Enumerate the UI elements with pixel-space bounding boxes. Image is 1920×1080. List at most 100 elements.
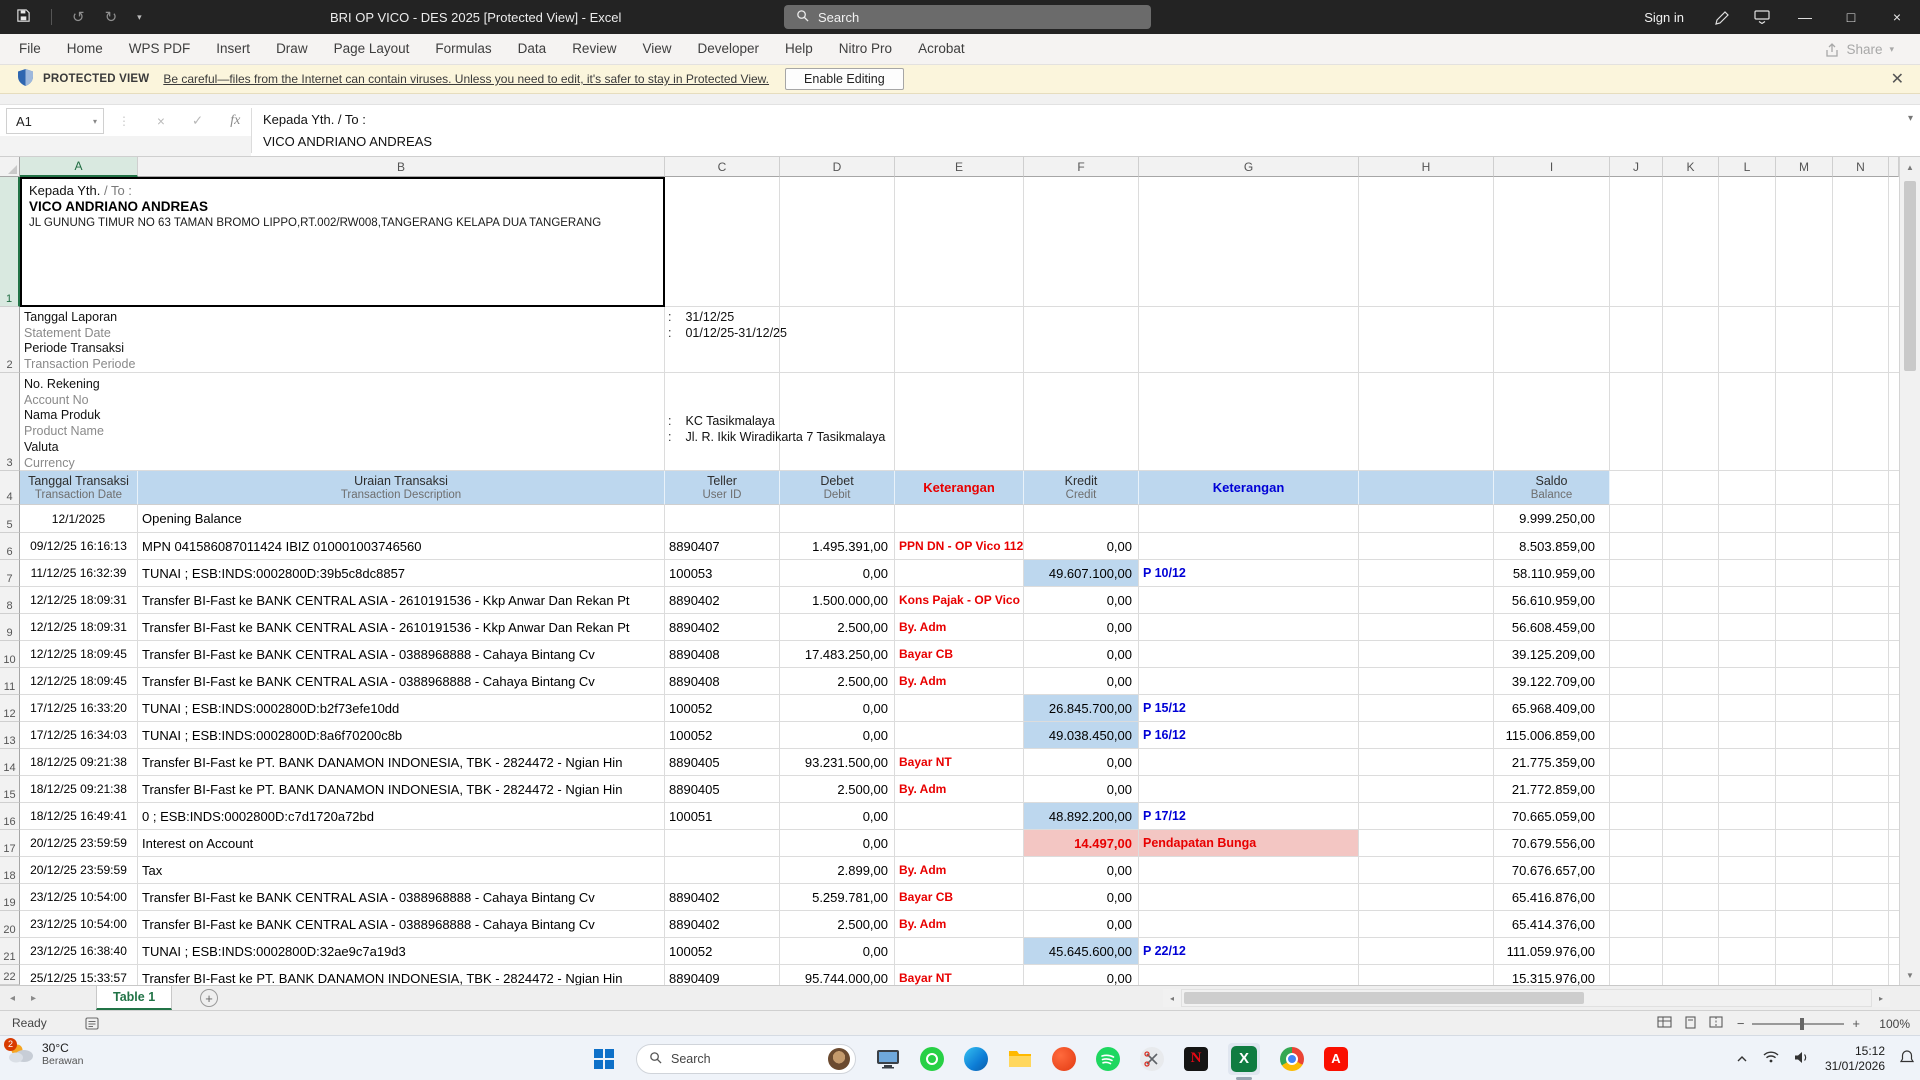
empty-cell[interactable] bbox=[1024, 177, 1139, 307]
cell-keterangan-credit[interactable] bbox=[1139, 533, 1359, 560]
cell-empty[interactable] bbox=[1663, 884, 1719, 911]
empty-cell[interactable] bbox=[1494, 373, 1610, 471]
empty-cell[interactable] bbox=[1359, 373, 1494, 471]
cell-description[interactable]: Transfer BI-Fast ke BANK CENTRAL ASIA - … bbox=[138, 884, 665, 911]
cell-empty[interactable] bbox=[1359, 911, 1494, 938]
sign-in-button[interactable]: Sign in bbox=[1626, 10, 1702, 25]
cell-teller[interactable]: 8890408 bbox=[665, 668, 780, 695]
cell-empty[interactable] bbox=[1663, 911, 1719, 938]
cell-empty[interactable] bbox=[1719, 965, 1776, 985]
cell-teller[interactable]: 100052 bbox=[665, 695, 780, 722]
cell-teller[interactable]: 100053 bbox=[665, 560, 780, 587]
cell-date[interactable]: 17/12/25 16:33:20 bbox=[20, 695, 138, 722]
cell-empty[interactable] bbox=[1663, 668, 1719, 695]
cell-credit[interactable]: 0,00 bbox=[1024, 965, 1139, 985]
cell-empty[interactable] bbox=[1776, 911, 1833, 938]
cell-saldo[interactable]: 65.414.376,00 bbox=[1494, 911, 1610, 938]
snipping-tool-icon[interactable] bbox=[1140, 1047, 1164, 1071]
accessibility-icon[interactable] bbox=[85, 1017, 99, 1030]
cell-empty[interactable] bbox=[1776, 857, 1833, 884]
row-header-7[interactable]: 7 bbox=[0, 560, 20, 587]
cell-description[interactable]: Transfer BI-Fast ke BANK CENTRAL ASIA - … bbox=[138, 911, 665, 938]
cell-empty[interactable] bbox=[1719, 560, 1776, 587]
merged-cell[interactable] bbox=[20, 373, 665, 471]
cell-keterangan-credit[interactable] bbox=[1139, 884, 1359, 911]
cell-empty[interactable] bbox=[1833, 776, 1889, 803]
column-header-A[interactable]: A bbox=[20, 157, 138, 177]
table-header-tanggal-transaksi[interactable]: Tanggal TransaksiTransaction Date bbox=[20, 471, 138, 505]
start-button[interactable] bbox=[592, 1047, 616, 1071]
cell-keterangan-credit[interactable] bbox=[1139, 911, 1359, 938]
ribbon-tab-home[interactable]: Home bbox=[54, 34, 116, 64]
cell-description[interactable]: TUNAI ; ESB:INDS:0002800D:8a6f70200c8b bbox=[138, 722, 665, 749]
cell-date[interactable]: 23/12/25 10:54:00 bbox=[20, 911, 138, 938]
row-header-16[interactable]: 16 bbox=[0, 803, 20, 830]
cell-empty[interactable] bbox=[1359, 505, 1494, 533]
cell-empty[interactable] bbox=[1719, 668, 1776, 695]
cell-description[interactable]: MPN 041586087011424 IBIZ 010001003746560 bbox=[138, 533, 665, 560]
cell-keterangan-credit[interactable] bbox=[1139, 857, 1359, 884]
empty-cell[interactable] bbox=[1359, 177, 1494, 307]
cell-empty[interactable] bbox=[1833, 884, 1889, 911]
cell-keterangan-debit[interactable]: By. Adm bbox=[895, 614, 1024, 641]
column-header-F[interactable]: F bbox=[1024, 157, 1139, 177]
cell-keterangan-debit[interactable]: By. Adm bbox=[895, 668, 1024, 695]
cell-teller[interactable]: 8890408 bbox=[665, 641, 780, 668]
cell-credit[interactable]: 49.607.100,00 bbox=[1024, 560, 1139, 587]
whatsapp-icon[interactable] bbox=[920, 1047, 944, 1071]
sheet-nav-right-icon[interactable]: ▸ bbox=[31, 993, 36, 1004]
cell-credit[interactable]: 0,00 bbox=[1024, 884, 1139, 911]
empty-cell[interactable] bbox=[1663, 471, 1719, 505]
cell-saldo[interactable]: 39.122.709,00 bbox=[1494, 668, 1610, 695]
ribbon-tab-review[interactable]: Review bbox=[559, 34, 629, 64]
notification-center-icon[interactable] bbox=[1900, 1050, 1914, 1068]
normal-view-icon[interactable] bbox=[1657, 1016, 1672, 1031]
ribbon-tab-view[interactable]: View bbox=[629, 34, 684, 64]
cell-credit[interactable]: 26.845.700,00 bbox=[1024, 695, 1139, 722]
cell-empty[interactable] bbox=[1833, 641, 1889, 668]
taskbar-clock[interactable]: 15:12 31/01/2026 bbox=[1825, 1044, 1885, 1074]
new-sheet-icon[interactable]: + bbox=[200, 989, 218, 1007]
cell-date[interactable]: 12/12/25 18:09:45 bbox=[20, 668, 138, 695]
cell-description[interactable]: Transfer BI-Fast ke BANK CENTRAL ASIA - … bbox=[138, 587, 665, 614]
zoom-in-icon[interactable]: + bbox=[1852, 1016, 1860, 1031]
cell-keterangan-debit[interactable]: Bayar NT bbox=[895, 965, 1024, 985]
cell-empty[interactable] bbox=[1610, 695, 1663, 722]
system-monitor-app-icon[interactable] bbox=[876, 1047, 900, 1071]
page-break-view-icon[interactable] bbox=[1709, 1016, 1723, 1031]
cell-empty[interactable] bbox=[1719, 803, 1776, 830]
table-header-blank[interactable] bbox=[1359, 471, 1494, 505]
column-header-E[interactable]: E bbox=[895, 157, 1024, 177]
cell-keterangan-debit[interactable]: Bayar CB bbox=[895, 641, 1024, 668]
cell-empty[interactable] bbox=[1663, 587, 1719, 614]
cell-saldo[interactable]: 65.416.876,00 bbox=[1494, 884, 1610, 911]
cell-date[interactable]: 20/12/25 23:59:59 bbox=[20, 857, 138, 884]
ribbon-tab-formulas[interactable]: Formulas bbox=[422, 34, 504, 64]
cell-debit[interactable]: 2.500,00 bbox=[780, 911, 895, 938]
cell-date[interactable]: 23/12/25 10:54:00 bbox=[20, 884, 138, 911]
cell-empty[interactable] bbox=[1833, 695, 1889, 722]
cell-empty[interactable] bbox=[1776, 668, 1833, 695]
cell-keterangan-credit[interactable] bbox=[1139, 668, 1359, 695]
cell-keterangan-credit[interactable] bbox=[1139, 641, 1359, 668]
cell-date[interactable]: 25/12/25 15:33:57 bbox=[20, 965, 138, 985]
cell-keterangan-credit[interactable] bbox=[1139, 614, 1359, 641]
wifi-icon[interactable] bbox=[1763, 1051, 1779, 1066]
cell-debit[interactable]: 2.899,00 bbox=[780, 857, 895, 884]
cell-debit[interactable]: 0,00 bbox=[780, 938, 895, 965]
cell-empty[interactable] bbox=[1776, 965, 1833, 985]
cell-saldo[interactable]: 56.610.959,00 bbox=[1494, 587, 1610, 614]
empty-cell[interactable] bbox=[1663, 373, 1719, 471]
cell-date[interactable]: 17/12/25 16:34:03 bbox=[20, 722, 138, 749]
empty-cell[interactable] bbox=[1610, 307, 1663, 373]
cell-saldo[interactable]: 56.608.459,00 bbox=[1494, 614, 1610, 641]
cell-date[interactable]: 12/1/2025 bbox=[20, 505, 138, 533]
cell-keterangan-debit[interactable] bbox=[895, 722, 1024, 749]
cell-keterangan-debit[interactable] bbox=[895, 505, 1024, 533]
cell-empty[interactable] bbox=[1833, 505, 1889, 533]
cell-empty[interactable] bbox=[1359, 749, 1494, 776]
cell-credit[interactable]: 0,00 bbox=[1024, 776, 1139, 803]
edge-icon[interactable] bbox=[964, 1047, 988, 1071]
row-header-5[interactable]: 5 bbox=[0, 505, 20, 533]
cell-empty[interactable] bbox=[1663, 560, 1719, 587]
